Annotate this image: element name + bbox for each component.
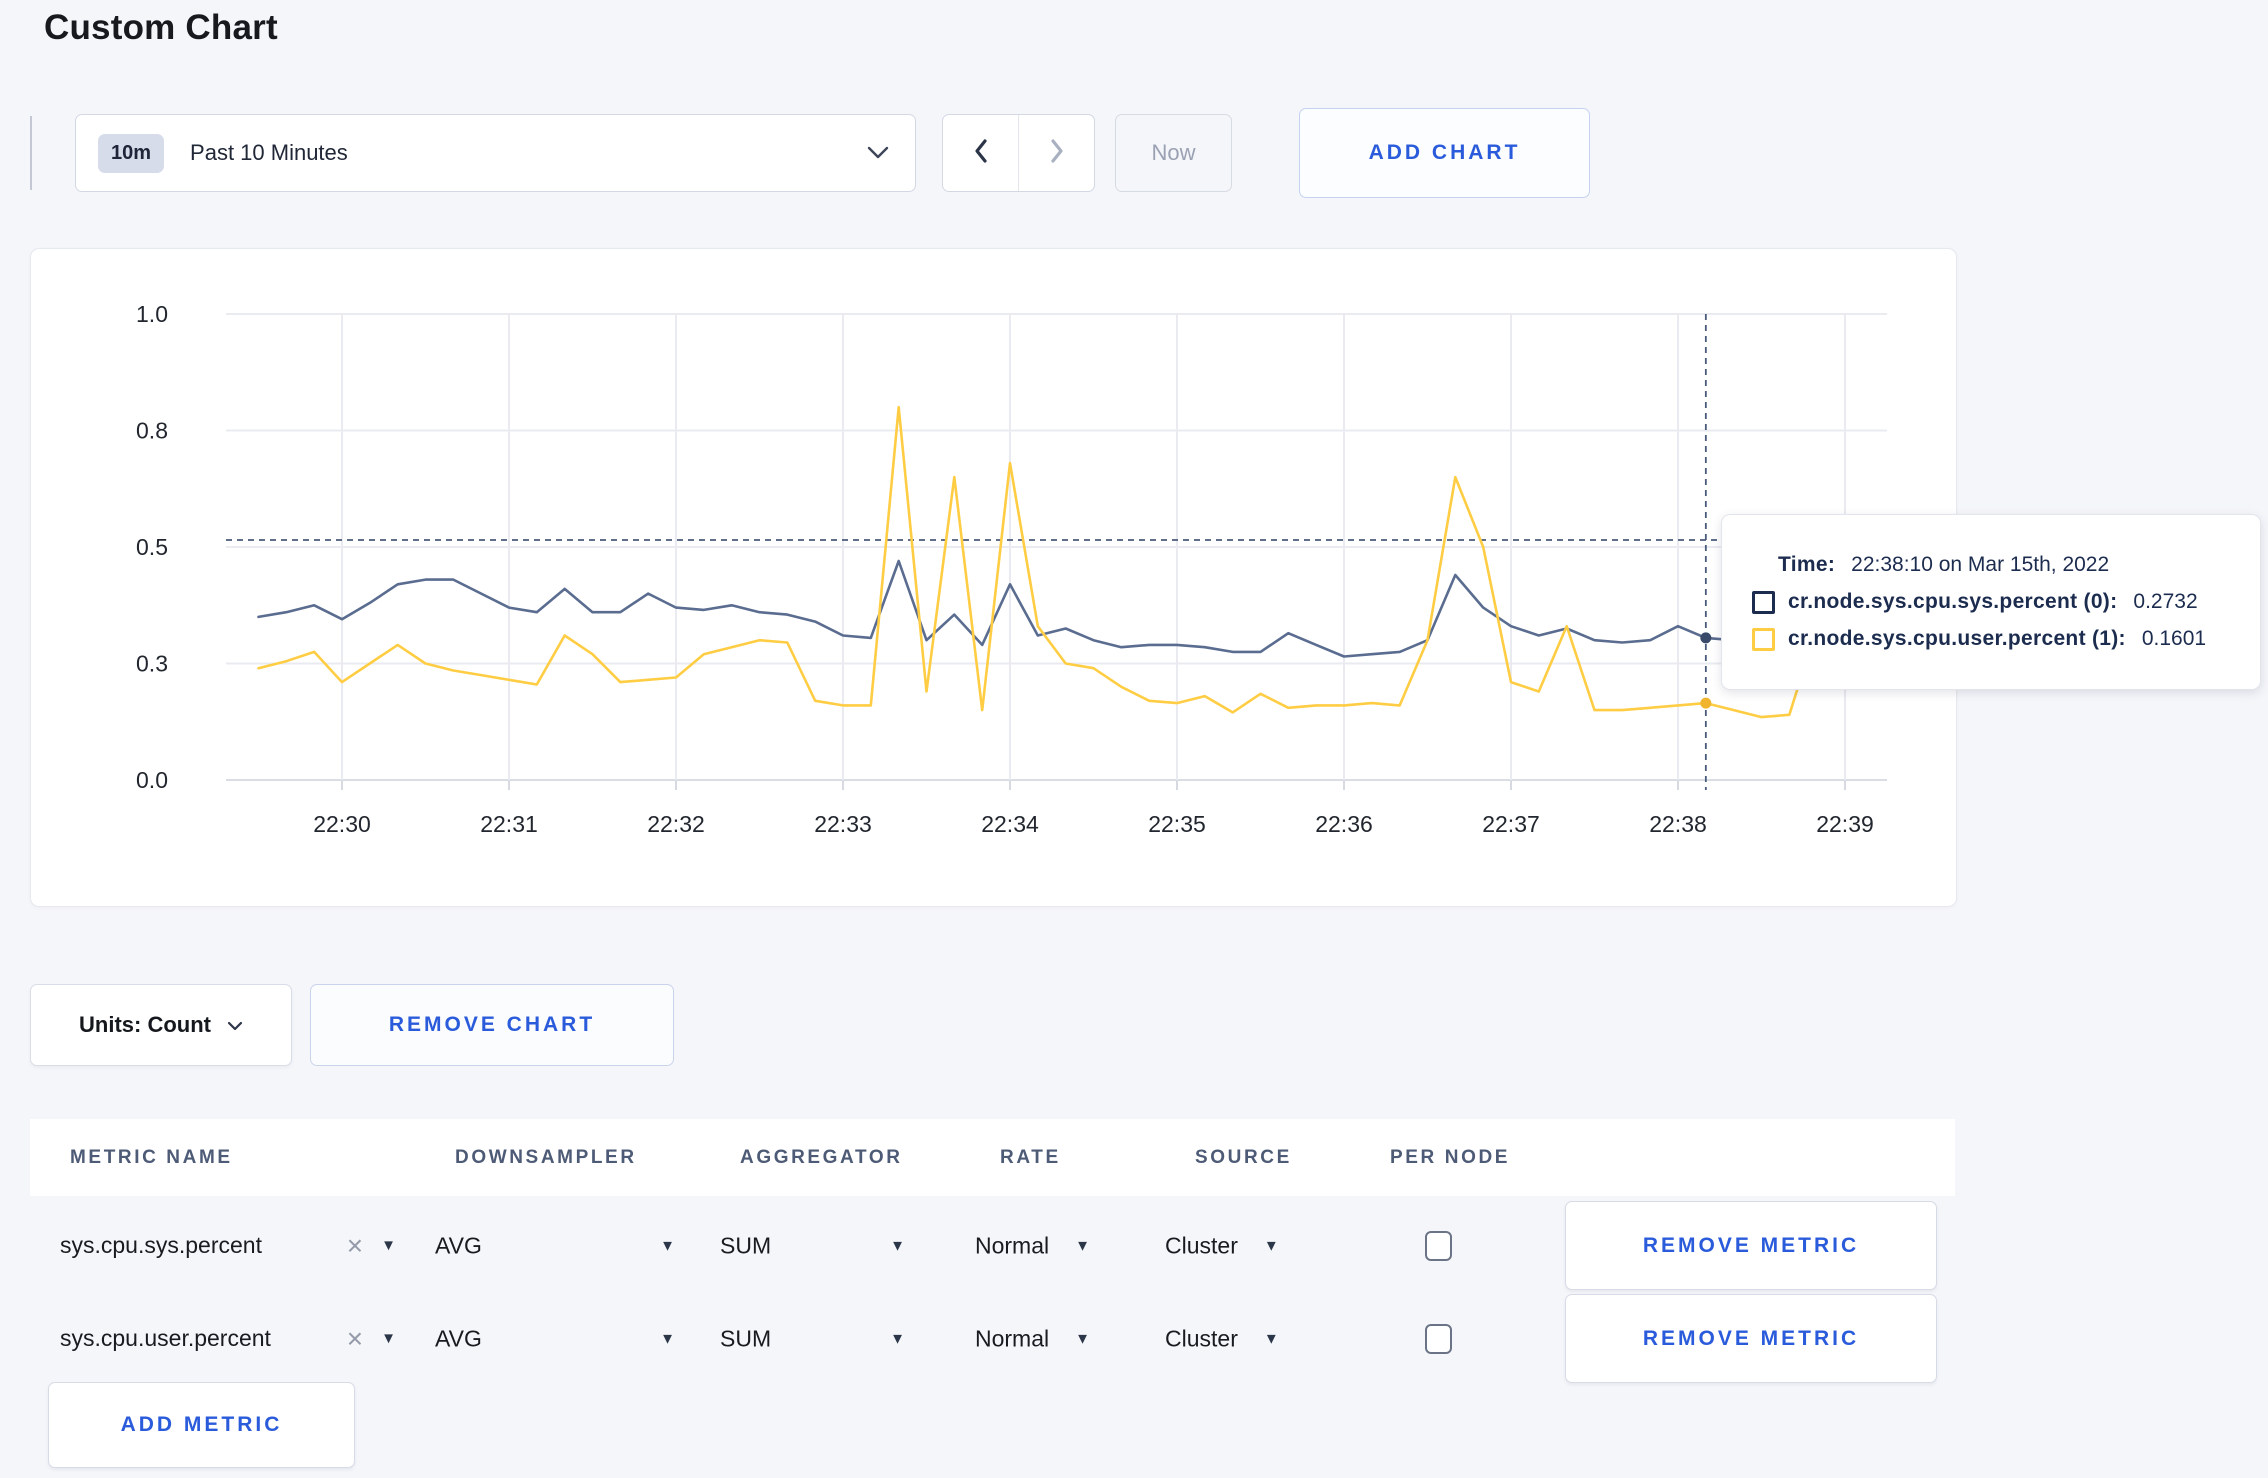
time-pager <box>942 114 1095 192</box>
aggregator-value: SUM <box>720 1232 772 1258</box>
x-tick-label: 22:30 <box>313 811 371 837</box>
chevron-down-icon <box>867 146 889 160</box>
series-line-cr.node.sys.cpu.user.percent <box>257 405 1875 719</box>
dropdown-arrow-icon: ▼ <box>1075 1330 1090 1347</box>
remove-metric-button[interactable]: REMOVE METRIC <box>1565 1201 1937 1290</box>
per-node-checkbox[interactable] <box>1425 1323 1452 1354</box>
toolbar-left-divider <box>30 116 32 190</box>
metrics-table-header: METRIC NAME DOWNSAMPLER AGGREGATOR RATE … <box>30 1119 1955 1196</box>
source-value: Cluster <box>1165 1325 1238 1351</box>
aggregator-value: SUM <box>720 1325 772 1351</box>
clear-metric-icon[interactable]: × <box>343 1324 367 1353</box>
chart-card: 0.0 0.3 0.5 0.8 1.0 22:30 22:31 22:32 22:33 22:34… <box>30 248 2261 907</box>
downsampler-select[interactable]: AVG ▼ <box>435 1325 675 1352</box>
toolbar: 10m Past 10 Minutes Now ADD CHART <box>30 108 2230 198</box>
x-tick-label: 22:34 <box>981 811 1039 837</box>
rate-select[interactable]: Normal ▼ <box>975 1325 1090 1352</box>
chevron-right-icon <box>1048 138 1066 169</box>
rate-value: Normal <box>975 1325 1050 1351</box>
dropdown-arrow-icon: ▼ <box>1263 1237 1279 1254</box>
column-header-aggregator: AGGREGATOR <box>740 1146 903 1168</box>
dropdown-arrow-icon: ▼ <box>1263 1330 1279 1347</box>
metric-name-select[interactable]: sys.cpu.sys.percent × ▼ <box>60 1231 396 1260</box>
units-label: Units: Count <box>79 1012 211 1037</box>
column-header-source: SOURCE <box>1195 1146 1292 1168</box>
x-tick-label: 22:31 <box>480 811 538 837</box>
aggregator-select[interactable]: SUM ▼ <box>720 1232 905 1259</box>
rate-value: Normal <box>975 1232 1050 1258</box>
source-select[interactable]: Cluster ▼ <box>1165 1325 1279 1352</box>
hover-dot-cr.node.sys.cpu.sys.percent <box>1700 632 1712 644</box>
y-tick-label: 0.5 <box>136 534 168 560</box>
column-header-metric-name: METRIC NAME <box>70 1146 233 1168</box>
x-tick-label: 22:33 <box>814 811 872 837</box>
chevron-left-icon <box>972 138 990 169</box>
metric-name-value: sys.cpu.sys.percent <box>60 1232 262 1258</box>
add-metric-button[interactable]: ADD METRIC <box>48 1382 355 1468</box>
x-tick-label: 22:38 <box>1649 811 1707 837</box>
y-tick-label: 1.0 <box>136 301 168 327</box>
prev-interval-button[interactable] <box>943 115 1018 191</box>
page-title: Custom Chart <box>44 8 278 47</box>
downsampler-value: AVG <box>435 1325 482 1351</box>
user-series-swatch-icon <box>1752 627 1775 651</box>
column-header-rate: RATE <box>1000 1146 1061 1168</box>
tooltip-time-label: Time: <box>1778 553 1836 576</box>
dropdown-arrow-icon: ▼ <box>660 1237 675 1254</box>
metric-name-select[interactable]: sys.cpu.user.percent × ▼ <box>60 1324 396 1353</box>
x-tick-label: 22:32 <box>647 811 705 837</box>
dropdown-arrow-icon: ▼ <box>890 1237 905 1254</box>
y-tick-label: 0.0 <box>136 767 168 793</box>
source-select[interactable]: Cluster ▼ <box>1165 1232 1279 1259</box>
series-line-cr.node.sys.cpu.sys.percent <box>257 559 1875 658</box>
add-chart-button[interactable]: ADD CHART <box>1299 108 1590 198</box>
x-tick-label: 22:36 <box>1315 811 1373 837</box>
aggregator-select[interactable]: SUM ▼ <box>720 1325 905 1352</box>
tooltip-time-row: Time: 22:38:10 on Mar 15th, 2022 <box>1778 553 2260 577</box>
cpu-usage-chart[interactable]: 0.0 0.3 0.5 0.8 1.0 22:30 22:31 22:32 22:33 22:34… <box>31 249 1956 906</box>
x-tick-label: 22:37 <box>1482 811 1540 837</box>
tooltip-series-row: cr.node.sys.cpu.sys.percent (0): 0.2732 <box>1752 590 2260 614</box>
units-select[interactable]: Units: Count <box>30 984 292 1066</box>
time-range-badge: 10m <box>98 133 165 173</box>
downsampler-value: AVG <box>435 1232 482 1258</box>
dropdown-arrow-icon: ▼ <box>660 1330 675 1347</box>
tooltip-time-value: 22:38:10 on Mar 15th, 2022 <box>1851 553 2110 576</box>
tooltip-series-value: 0.1601 <box>2141 627 2207 650</box>
sys-series-swatch-icon <box>1752 590 1775 614</box>
rate-select[interactable]: Normal ▼ <box>975 1232 1090 1259</box>
y-tick-label: 0.8 <box>136 418 168 444</box>
metric-row: sys.cpu.sys.percent × ▼ AVG ▼ SUM ▼ Norm… <box>30 1199 1955 1292</box>
chart-tooltip: Time: 22:38:10 on Mar 15th, 2022 cr.node… <box>1721 514 2261 690</box>
per-node-checkbox[interactable] <box>1425 1230 1452 1261</box>
time-range-label: Past 10 Minutes <box>190 140 348 165</box>
metric-name-value: sys.cpu.user.percent <box>60 1325 271 1351</box>
x-tick-label: 22:35 <box>1148 811 1206 837</box>
metric-row: sys.cpu.user.percent × ▼ AVG ▼ SUM ▼ Nor… <box>30 1292 1955 1385</box>
clear-metric-icon[interactable]: × <box>343 1231 367 1260</box>
remove-metric-button[interactable]: REMOVE METRIC <box>1565 1294 1937 1383</box>
remove-chart-button[interactable]: REMOVE CHART <box>310 984 674 1066</box>
downsampler-select[interactable]: AVG ▼ <box>435 1232 675 1259</box>
dropdown-arrow-icon: ▼ <box>890 1330 905 1347</box>
tooltip-series-label: cr.node.sys.cpu.sys.percent (0): <box>1788 590 2118 613</box>
chevron-down-icon <box>227 1012 243 1038</box>
tooltip-series-label: cr.node.sys.cpu.user.percent (1): <box>1788 627 2126 650</box>
time-range-select[interactable]: 10m Past 10 Minutes <box>75 114 916 192</box>
y-tick-label: 0.3 <box>136 651 168 677</box>
custom-chart-page: Custom Chart 10m Past 10 Minutes Now ADD… <box>0 0 2268 1478</box>
x-tick-label: 22:39 <box>1816 811 1874 837</box>
dropdown-arrow-icon: ▼ <box>381 1330 396 1347</box>
next-interval-button[interactable] <box>1018 115 1094 191</box>
source-value: Cluster <box>1165 1232 1238 1258</box>
tooltip-series-row: cr.node.sys.cpu.user.percent (1): 0.1601 <box>1752 627 2260 651</box>
dropdown-arrow-icon: ▼ <box>381 1237 396 1254</box>
column-header-per-node: PER NODE <box>1390 1146 1511 1168</box>
now-button[interactable]: Now <box>1115 114 1232 192</box>
tooltip-series-value: 0.2732 <box>2133 590 2198 613</box>
dropdown-arrow-icon: ▼ <box>1075 1237 1090 1254</box>
column-header-downsampler: DOWNSAMPLER <box>455 1146 637 1168</box>
hover-dot-cr.node.sys.cpu.user.percent <box>1700 697 1712 709</box>
